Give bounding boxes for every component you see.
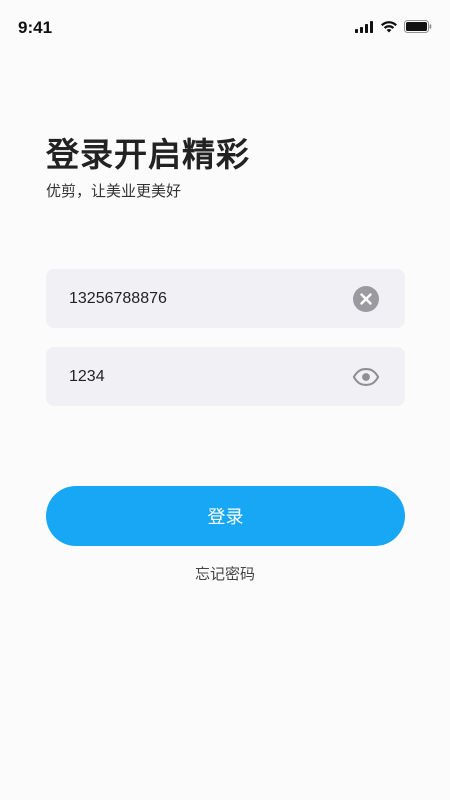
login-button[interactable]: 登录 [46, 486, 405, 546]
battery-icon [404, 20, 432, 33]
phone-input[interactable] [69, 269, 339, 328]
eye-icon[interactable] [352, 363, 380, 391]
status-bar: 9:41 [0, 0, 450, 58]
wifi-icon [380, 20, 398, 33]
phone-field [46, 269, 405, 328]
page-subtitle: 优剪，让美业更美好 [46, 182, 182, 200]
code-field [46, 347, 405, 406]
clear-circle-icon[interactable] [352, 285, 380, 313]
code-input[interactable] [69, 347, 339, 406]
cellular-signal-icon [355, 20, 374, 33]
status-time: 9:41 [18, 18, 53, 37]
status-icons [355, 20, 432, 33]
page-title: 登录开启精彩 [46, 135, 250, 174]
forgot-password-link[interactable]: 忘记密码 [0, 563, 450, 584]
